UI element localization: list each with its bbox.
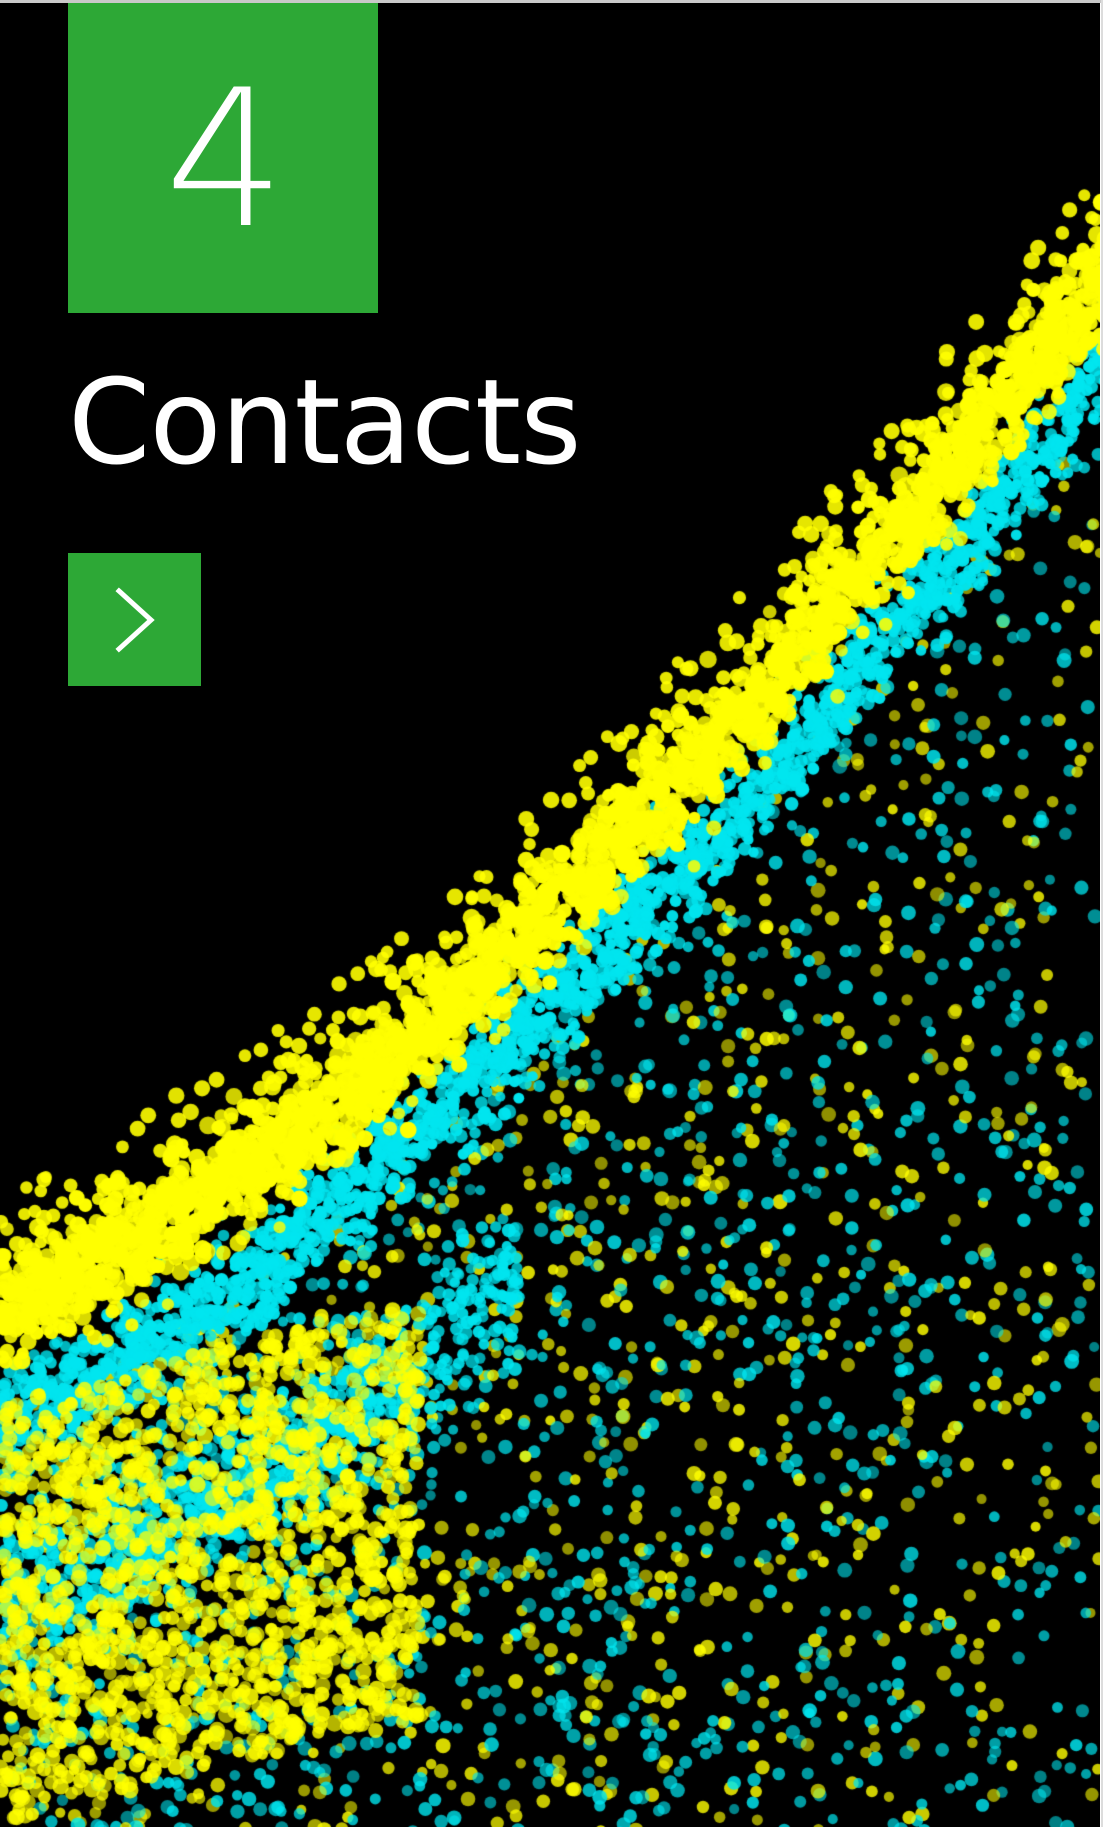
- next-button[interactable]: [68, 553, 201, 686]
- page-title: Contacts: [68, 353, 582, 491]
- section-number-tile: 4: [68, 3, 378, 313]
- chevron-right-icon: [114, 586, 155, 653]
- section-number: 4: [164, 49, 286, 270]
- slide-viewport: 4 Contacts: [0, 3, 1100, 1827]
- browser-frame: 4 Contacts: [0, 0, 1103, 1827]
